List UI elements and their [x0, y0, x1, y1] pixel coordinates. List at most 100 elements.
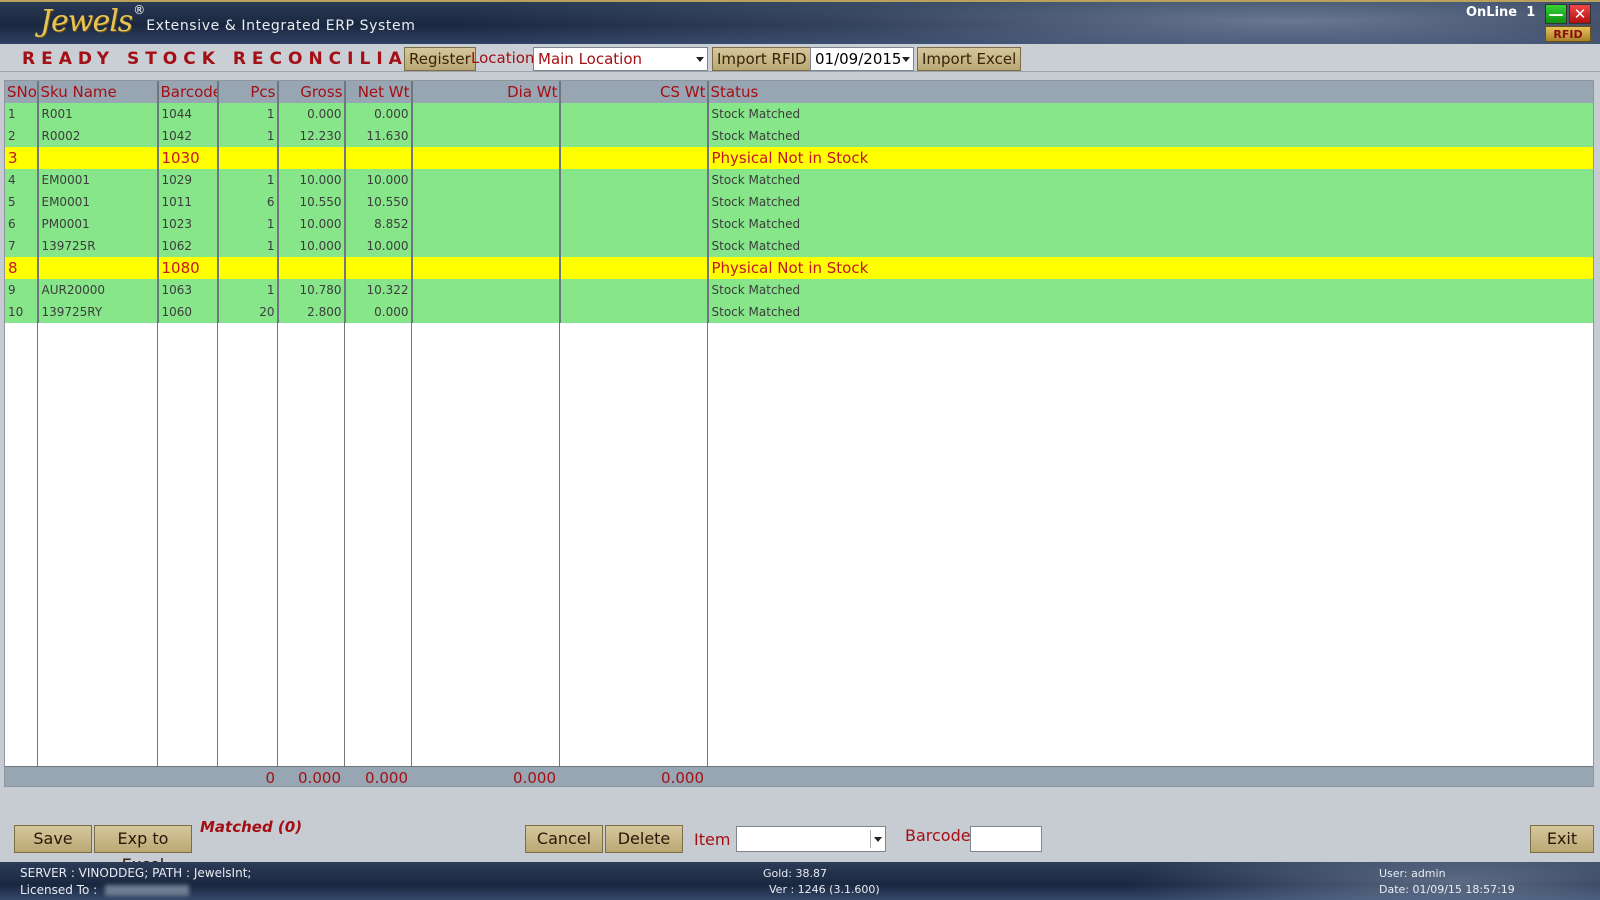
cell-sku-name[interactable]: EM0001: [38, 191, 159, 213]
cell-sno[interactable]: 10: [5, 301, 39, 323]
column-header-pcs[interactable]: Pcs: [218, 81, 279, 103]
cell-sku-name[interactable]: [38, 257, 159, 279]
cell-barcode[interactable]: 1042: [158, 125, 219, 147]
table-row[interactable]: 5 EM0001 1011 6 10.550 10.550 Stock Matched: [5, 191, 1593, 213]
cell-barcode[interactable]: 1062: [158, 235, 219, 257]
column-header-sku-name[interactable]: Sku Name: [38, 81, 159, 103]
cell-barcode[interactable]: 1023: [158, 213, 219, 235]
cell-net-wt[interactable]: 10.000: [345, 169, 413, 191]
cell-pcs[interactable]: [218, 257, 279, 279]
close-button[interactable]: ✕: [1569, 4, 1591, 24]
cell-cs-wt[interactable]: [560, 301, 709, 323]
cell-sno[interactable]: 4: [5, 169, 39, 191]
cell-gross[interactable]: 10.780: [278, 279, 346, 301]
cell-barcode[interactable]: 1029: [158, 169, 219, 191]
cell-dia-wt[interactable]: [412, 257, 561, 279]
cell-dia-wt[interactable]: [412, 103, 561, 125]
item-select[interactable]: [736, 826, 886, 852]
cell-status[interactable]: Stock Matched: [708, 191, 1593, 213]
cell-status[interactable]: Stock Matched: [708, 301, 1593, 323]
reconciliation-grid[interactable]: SNo Sku Name Barcode Pcs Gross Net Wt Di…: [4, 80, 1594, 787]
cell-pcs[interactable]: 1: [218, 169, 279, 191]
cell-pcs[interactable]: [218, 147, 279, 169]
cell-net-wt[interactable]: 11.630: [345, 125, 413, 147]
table-row[interactable]: 3 1030 Physical Not in Stock: [5, 147, 1593, 169]
column-header-dia-wt[interactable]: Dia Wt: [412, 81, 561, 103]
cell-status[interactable]: Stock Matched: [708, 213, 1593, 235]
cell-cs-wt[interactable]: [560, 257, 709, 279]
column-header-status[interactable]: Status: [708, 81, 1593, 103]
column-header-sno[interactable]: SNo: [5, 81, 39, 103]
cell-sno[interactable]: 2: [5, 125, 39, 147]
cell-cs-wt[interactable]: [560, 235, 709, 257]
cell-cs-wt[interactable]: [560, 191, 709, 213]
cell-cs-wt[interactable]: [560, 147, 709, 169]
column-header-net-wt[interactable]: Net Wt: [345, 81, 413, 103]
cell-pcs[interactable]: 20: [218, 301, 279, 323]
register-button[interactable]: Register: [404, 47, 476, 71]
cell-net-wt[interactable]: 0.000: [345, 103, 413, 125]
cell-pcs[interactable]: 6: [218, 191, 279, 213]
cell-gross[interactable]: 10.550: [278, 191, 346, 213]
cell-sno[interactable]: 8: [5, 257, 39, 279]
cell-dia-wt[interactable]: [412, 235, 561, 257]
cell-gross[interactable]: [278, 147, 346, 169]
cell-dia-wt[interactable]: [412, 213, 561, 235]
cell-dia-wt[interactable]: [412, 125, 561, 147]
table-row[interactable]: 2 R0002 1042 1 12.230 11.630 Stock Matched: [5, 125, 1593, 147]
table-row[interactable]: 8 1080 Physical Not in Stock: [5, 257, 1593, 279]
cell-sno[interactable]: 7: [5, 235, 39, 257]
cell-cs-wt[interactable]: [560, 103, 709, 125]
column-header-cs-wt[interactable]: CS Wt: [560, 81, 709, 103]
barcode-input[interactable]: [970, 826, 1042, 852]
cell-cs-wt[interactable]: [560, 169, 709, 191]
table-row[interactable]: 7 139725R 1062 1 10.000 10.000 Stock Matched: [5, 235, 1593, 257]
save-button[interactable]: Save: [14, 825, 92, 853]
cell-net-wt[interactable]: 10.322: [345, 279, 413, 301]
cell-net-wt[interactable]: [345, 257, 413, 279]
cell-net-wt[interactable]: 10.000: [345, 235, 413, 257]
cell-gross[interactable]: 2.800: [278, 301, 346, 323]
cell-pcs[interactable]: 1: [218, 213, 279, 235]
cell-status[interactable]: Stock Matched: [708, 103, 1593, 125]
cell-pcs[interactable]: 1: [218, 235, 279, 257]
cell-status[interactable]: Stock Matched: [708, 125, 1593, 147]
cancel-button[interactable]: Cancel: [525, 825, 603, 853]
import-rfid-button[interactable]: Import RFID: [712, 47, 812, 71]
cell-sno[interactable]: 3: [5, 147, 39, 169]
cell-gross[interactable]: [278, 257, 346, 279]
export-excel-button[interactable]: Exp to Excel: [94, 825, 192, 874]
cell-sku-name[interactable]: R001: [38, 103, 159, 125]
cell-sku-name[interactable]: [38, 147, 159, 169]
cell-barcode[interactable]: 1063: [158, 279, 219, 301]
cell-sno[interactable]: 1: [5, 103, 39, 125]
table-row[interactable]: 6 PM0001 1023 1 10.000 8.852 Stock Matched: [5, 213, 1593, 235]
cell-dia-wt[interactable]: [412, 279, 561, 301]
cell-dia-wt[interactable]: [412, 147, 561, 169]
cell-barcode[interactable]: 1030: [158, 147, 219, 169]
cell-net-wt[interactable]: [345, 147, 413, 169]
cell-sku-name[interactable]: EM0001: [38, 169, 159, 191]
cell-dia-wt[interactable]: [412, 301, 561, 323]
cell-net-wt[interactable]: 8.852: [345, 213, 413, 235]
date-picker[interactable]: 01/09/2015: [810, 47, 914, 71]
cell-sku-name[interactable]: 139725RY: [38, 301, 159, 323]
cell-status[interactable]: Physical Not in Stock: [708, 257, 1593, 279]
cell-net-wt[interactable]: 0.000: [345, 301, 413, 323]
cell-cs-wt[interactable]: [560, 125, 709, 147]
minimize-button[interactable]: —: [1545, 4, 1567, 24]
cell-gross[interactable]: 10.000: [278, 235, 346, 257]
cell-dia-wt[interactable]: [412, 191, 561, 213]
cell-pcs[interactable]: 1: [218, 103, 279, 125]
cell-barcode[interactable]: 1044: [158, 103, 219, 125]
cell-status[interactable]: Stock Matched: [708, 169, 1593, 191]
cell-pcs[interactable]: 1: [218, 125, 279, 147]
column-header-barcode[interactable]: Barcode: [158, 81, 219, 103]
cell-barcode[interactable]: 1011: [158, 191, 219, 213]
table-row[interactable]: 9 AUR20000 1063 1 10.780 10.322 Stock Matched: [5, 279, 1593, 301]
cell-sku-name[interactable]: PM0001: [38, 213, 159, 235]
cell-status[interactable]: Stock Matched: [708, 235, 1593, 257]
cell-sno[interactable]: 5: [5, 191, 39, 213]
cell-gross[interactable]: 0.000: [278, 103, 346, 125]
cell-barcode[interactable]: 1080: [158, 257, 219, 279]
